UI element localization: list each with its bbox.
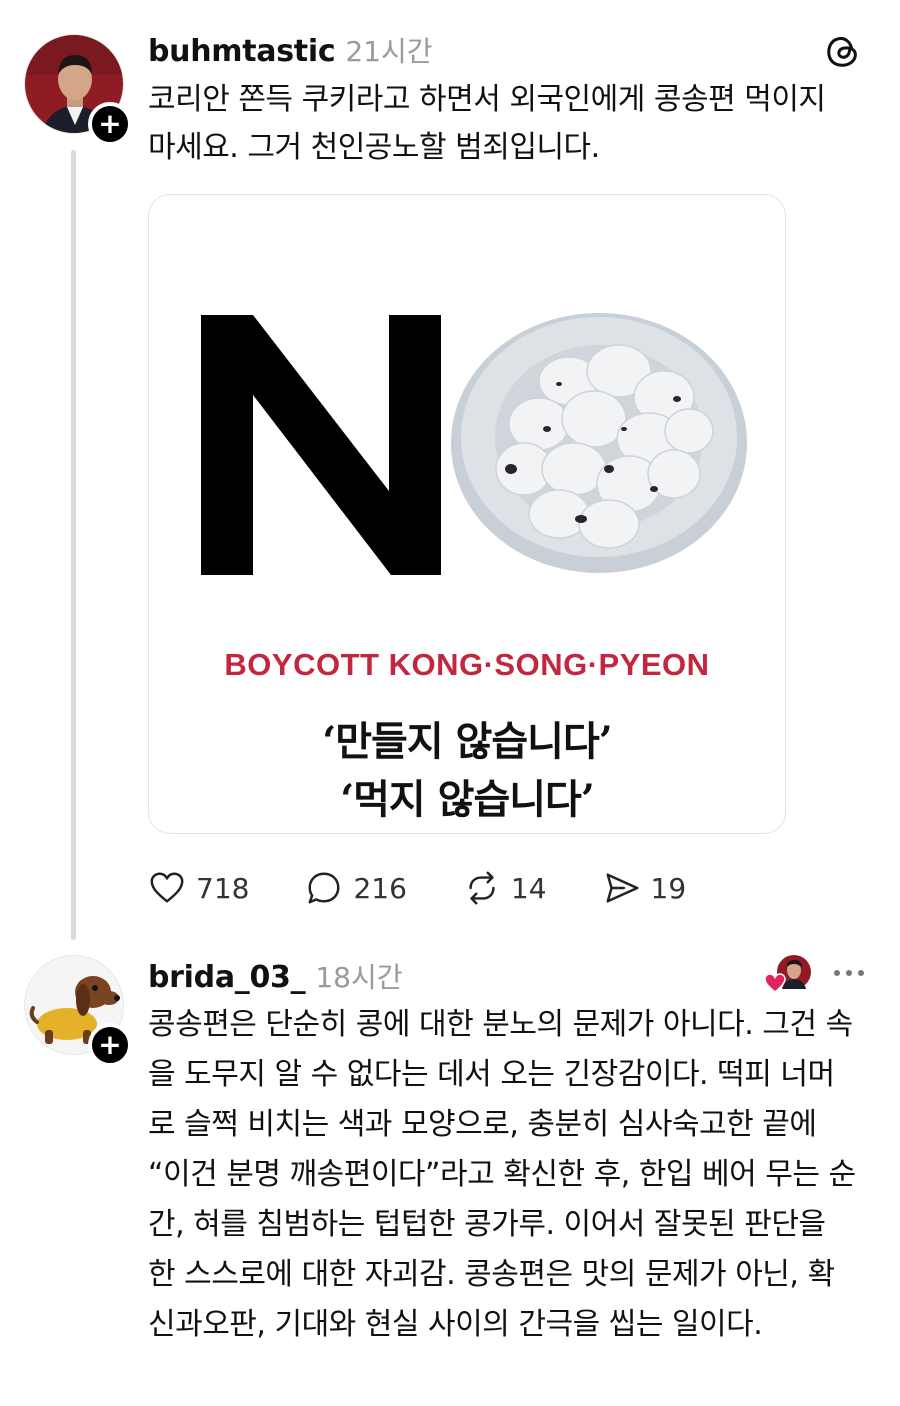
- timestamp[interactable]: 21시간: [345, 30, 432, 70]
- like-button[interactable]: 718: [148, 869, 249, 907]
- post-text: 코리안 쫀득 쿠키라고 하면서 외국인에게 콩송편 먹이지 마세요. 그거 천인…: [148, 82, 826, 165]
- letter-n-graphic: [201, 315, 441, 575]
- thread-connector-line: [71, 150, 76, 940]
- avatar-container: +: [24, 34, 132, 146]
- heart-icon: [150, 872, 184, 903]
- timestamp[interactable]: 18시간: [315, 956, 402, 996]
- like-count: 718: [196, 871, 250, 905]
- threads-logo-icon[interactable]: [824, 32, 862, 70]
- reply-button[interactable]: 216: [305, 869, 407, 907]
- author-liked-icon[interactable]: [764, 954, 812, 994]
- comment-icon: [308, 872, 340, 904]
- repost-button[interactable]: 14: [463, 869, 547, 907]
- share-count: 19: [650, 871, 687, 905]
- post-text: 콩송편은 단순히 콩에 대한 분노의 문제가 아니다. 그건 속을 도무지 알 …: [148, 1007, 856, 1342]
- slogan-line: ‘만들지 않습니다’: [322, 718, 612, 765]
- repost-icon: [469, 871, 495, 905]
- post-image[interactable]: BOYCOTT KONG·SONG·PYEON ‘만들지 않습니다’ ‘먹지 않…: [148, 194, 786, 834]
- boycott-text: BOYCOTT KONG·SONG·PYEON: [224, 647, 710, 682]
- post-header: buhmtastic 21시간: [148, 30, 432, 70]
- share-button[interactable]: 19: [603, 869, 687, 907]
- username[interactable]: brida_03_: [148, 960, 306, 995]
- share-icon: [606, 873, 638, 903]
- slogan-line: ‘먹지 않습니다’: [340, 776, 595, 823]
- thread-reply: + brida_03_ 18시간 콩송편은 단순히 콩에 대한 분노의 문제가 …: [0, 940, 900, 1406]
- post-actions: 718 216 14 19: [148, 866, 742, 910]
- follow-plus-icon: +: [98, 107, 122, 140]
- thread-post: + buhmtastic 21시간 코리안 쫀득 쿠키라고 하면서 외국인에게 …: [0, 0, 900, 940]
- username[interactable]: buhmtastic: [148, 34, 336, 69]
- follow-plus-icon: +: [98, 1028, 122, 1061]
- follow-button[interactable]: +: [88, 102, 132, 146]
- reply-count: 216: [353, 871, 407, 905]
- repost-count: 14: [510, 871, 547, 905]
- post-header: brida_03_ 18시간: [148, 956, 402, 996]
- follow-button[interactable]: +: [88, 1023, 132, 1067]
- more-icon[interactable]: [834, 958, 864, 988]
- avatar-container: +: [24, 955, 132, 1067]
- songpyeon-plate-graphic: [451, 313, 747, 573]
